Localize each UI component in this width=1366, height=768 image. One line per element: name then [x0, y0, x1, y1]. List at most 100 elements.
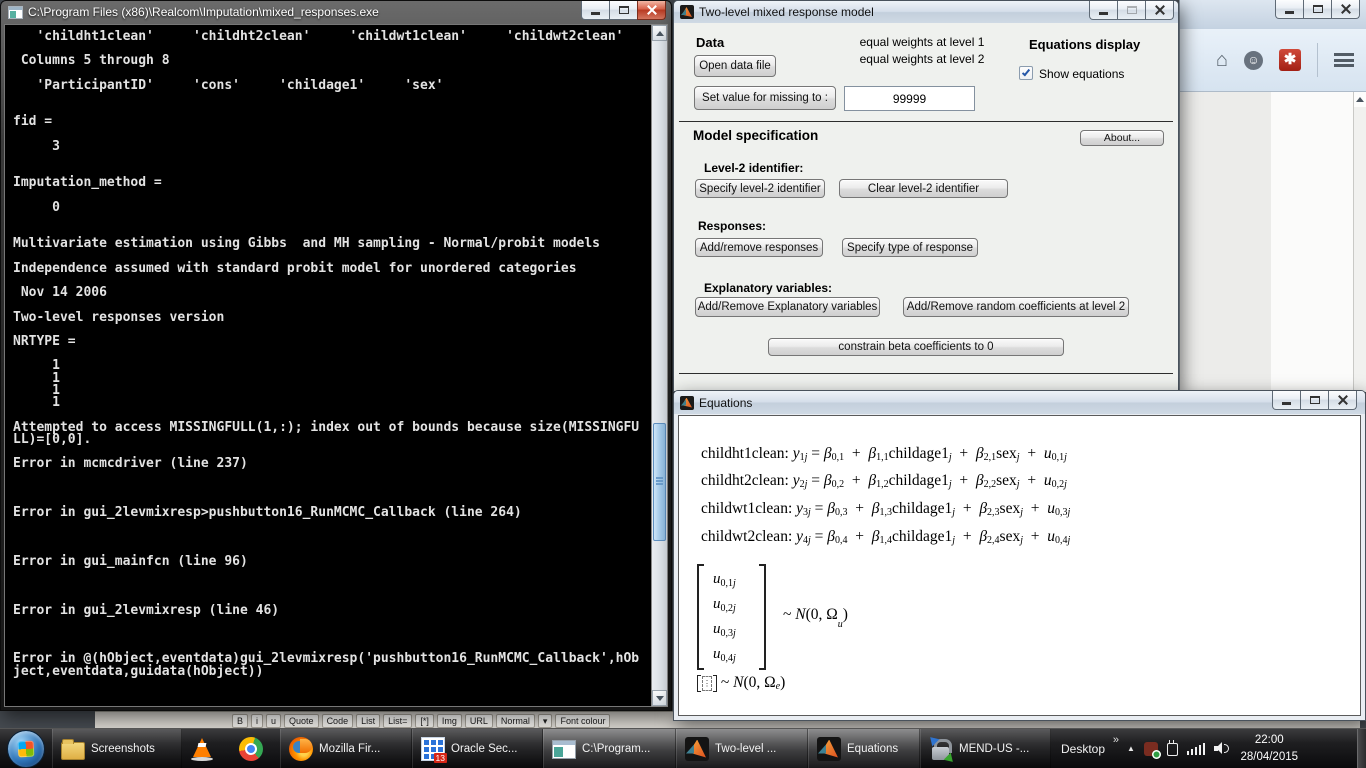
show-equations-label: Show equations: [1039, 67, 1124, 81]
scroll-up-icon[interactable]: [652, 25, 667, 41]
sync-tray-icon[interactable]: [1144, 742, 1158, 756]
editor-toolbar-button[interactable]: B: [232, 714, 248, 728]
show-equations-checkbox[interactable]: [1019, 66, 1033, 80]
equations-maximize-button[interactable]: [1300, 391, 1329, 410]
equation-row: childht2clean: y2j = β0,2 + β1,2childage…: [701, 468, 1070, 496]
add-remove-explanatory-button[interactable]: Add/Remove Explanatory variables: [695, 297, 880, 317]
weights-line-2: equal weights at level 2: [837, 51, 1007, 68]
taskbar-item-label: C:\Program...: [582, 743, 650, 755]
taskbar-item-console[interactable]: C:\Program...: [543, 729, 676, 768]
minimize-icon: [1285, 11, 1294, 14]
u-distribution-block: u0,1ju0,2ju0,3ju0,4j ~ N(0, Ωu): [697, 564, 897, 670]
console-restore-button[interactable]: [609, 1, 638, 20]
editor-toolbar-button[interactable]: List: [356, 714, 380, 728]
taskbar-item-chrome[interactable]: [231, 729, 280, 768]
editor-toolbar-button[interactable]: Img: [437, 714, 462, 728]
taskbar-item-equations[interactable]: Equations: [808, 729, 920, 768]
browser-scrollbar[interactable]: [1353, 92, 1366, 392]
chevron-icon[interactable]: »: [1113, 734, 1119, 746]
console-close-button[interactable]: [637, 1, 666, 20]
editor-toolbar-button[interactable]: u: [266, 714, 281, 728]
editor-toolbar-button[interactable]: URL: [465, 714, 493, 728]
divider: [679, 121, 1173, 122]
editor-toolbar-button[interactable]: Font colour: [555, 714, 610, 728]
browser-toolbar: ⌂ ☺ ✱: [1180, 29, 1366, 92]
console-titlebar[interactable]: C:\Program Files (x86)\Realcom\Imputatio…: [1, 1, 671, 23]
start-button[interactable]: [7, 730, 45, 768]
taskbar-item-label: MEND-US -...: [959, 743, 1029, 755]
equations-titlebar[interactable]: Equations: [674, 391, 1365, 414]
scroll-down-icon[interactable]: [652, 690, 667, 706]
add-remove-responses-button[interactable]: Add/remove responses: [695, 238, 823, 257]
taskbar-clock[interactable]: 22:00 28/04/2015: [1240, 732, 1298, 765]
left-bracket: [697, 675, 701, 692]
network-signal-icon[interactable]: [1187, 742, 1206, 755]
u-vector-entry: u0,4j: [713, 642, 736, 667]
constrain-beta-button[interactable]: constrain beta coefficients to 0: [768, 338, 1064, 356]
menu-icon[interactable]: [1334, 53, 1354, 67]
weights-line-1: equal weights at level 1: [837, 34, 1007, 51]
model-close-button[interactable]: [1145, 1, 1174, 20]
explanatory-variables-label: Explanatory variables:: [704, 281, 832, 295]
editor-toolbar-button[interactable]: Quote: [284, 714, 319, 728]
add-remove-random-button[interactable]: Add/Remove random coefficients at level …: [903, 297, 1129, 317]
equation-row: childht1clean: y1j = β0,1 + β1,1childage…: [701, 440, 1070, 468]
model-client-area: Data Open data file equal weights at lev…: [677, 24, 1175, 391]
equations-minimize-button[interactable]: [1272, 391, 1301, 410]
open-data-file-button[interactable]: Open data file: [694, 55, 776, 77]
model-minimize-button[interactable]: [1089, 1, 1118, 20]
taskbar-item-screenshots[interactable]: Screenshots: [52, 729, 182, 768]
scroll-up-icon[interactable]: [1354, 92, 1366, 107]
browser-restore-button[interactable]: [1303, 0, 1332, 19]
clear-level2-button[interactable]: Clear level-2 identifier: [839, 179, 1008, 198]
home-icon[interactable]: ⌂: [1216, 50, 1228, 70]
u-vector-entry: u0,3j: [713, 617, 736, 642]
specify-type-button[interactable]: Specify type of response: [842, 238, 978, 257]
u-distribution-text: ~ N(0, Ωu): [783, 606, 848, 624]
taskbar-item-label: Two-level ...: [715, 743, 776, 755]
restore-icon: [619, 6, 629, 14]
about-button[interactable]: About...: [1080, 130, 1164, 146]
browser-close-button[interactable]: [1331, 0, 1360, 19]
desktop-label: Desktop: [1061, 742, 1105, 756]
missing-value-input[interactable]: [844, 86, 975, 111]
taskbar-item-oracle[interactable]: 13Oracle Sec...: [412, 729, 543, 768]
volume-icon[interactable]: [1214, 742, 1230, 755]
console-scrollbar[interactable]: [651, 24, 668, 707]
u-vector-entry: u0,1j: [713, 567, 736, 592]
editor-toolbar-button[interactable]: [*]: [415, 714, 434, 728]
browser-window-fragment: ⌂ ☺ ✱: [1179, 0, 1366, 392]
taskbar-item-mend-us[interactable]: MEND-US -...: [920, 729, 1051, 768]
taskbar-item-firefox[interactable]: Mozilla Fir...: [280, 729, 412, 768]
firefox-icon: [289, 737, 313, 761]
model-maximize-button[interactable]: [1117, 1, 1146, 20]
console-client-area: 'childht1clean' 'childht2clean' 'childwt…: [4, 24, 651, 707]
taskbar: Screenshots Mozilla Fir...13Oracle Sec...…: [0, 728, 1366, 768]
specify-level2-button[interactable]: Specify level-2 identifier: [695, 179, 825, 198]
browser-minimize-button[interactable]: [1275, 0, 1304, 19]
taskbar-item-vlc[interactable]: [182, 729, 231, 768]
tray-expand-icon[interactable]: ▲: [1127, 744, 1135, 753]
set-missing-button[interactable]: Set value for missing to :: [694, 86, 836, 110]
editor-toolbar-button[interactable]: Code: [322, 714, 354, 728]
editor-toolbar-button[interactable]: i: [251, 714, 263, 728]
taskbar-items: Screenshots Mozilla Fir...13Oracle Sec...…: [52, 729, 1051, 768]
scrollbar-thumb[interactable]: [653, 423, 666, 541]
editor-toolbar-button[interactable]: ▾: [538, 714, 553, 728]
lock-icon: [929, 737, 953, 761]
console-minimize-button[interactable]: [581, 1, 610, 20]
console-output: 'childht1clean' 'childht2clean' 'childwt…: [5, 25, 651, 678]
minimize-icon: [1099, 12, 1108, 15]
editor-toolbar-button[interactable]: List=: [383, 714, 412, 728]
desktop-toolbar[interactable]: Desktop »: [1061, 742, 1119, 756]
close-icon: [646, 4, 658, 16]
chat-icon[interactable]: ☺: [1244, 51, 1263, 70]
equations-close-button[interactable]: [1328, 391, 1357, 410]
taskbar-item-two-level[interactable]: Two-level ...: [676, 729, 808, 768]
browser-content: [1180, 92, 1366, 392]
lastpass-icon[interactable]: ✱: [1279, 49, 1301, 71]
editor-toolbar-button[interactable]: Normal: [496, 714, 535, 728]
show-desktop-button[interactable]: [1357, 729, 1366, 768]
power-tray-icon[interactable]: [1167, 743, 1178, 756]
model-window: Two-level mixed response model Data Open…: [673, 0, 1179, 392]
